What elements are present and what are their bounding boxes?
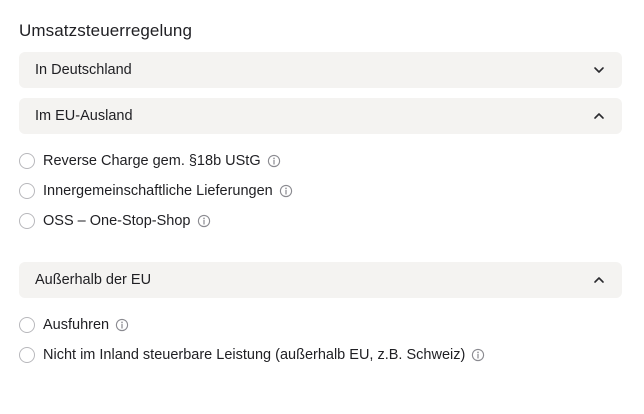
radio-option-innergemeinschaftliche-lieferungen[interactable]: Innergemeinschaftliche Lieferungen — [19, 181, 293, 201]
chevron-up-icon — [592, 109, 606, 123]
radio-option-oss[interactable]: OSS – One-Stop-Shop — [19, 211, 211, 231]
chevron-up-icon — [592, 273, 606, 287]
radio-option-nicht-im-inland-steuerbar[interactable]: Nicht im Inland steuerbare Leistung (auß… — [19, 345, 485, 365]
option-label: Ausfuhren — [43, 317, 110, 333]
info-icon[interactable] — [267, 154, 281, 168]
section-header-in-deutschland[interactable]: In Deutschland — [19, 52, 622, 88]
option-label: Reverse Charge gem. §18b UStG — [43, 153, 261, 169]
section-label: Außerhalb der EU — [35, 272, 152, 288]
option-label: Nicht im Inland steuerbare Leistung (auß… — [43, 347, 466, 363]
radio-button[interactable] — [19, 183, 35, 199]
section-header-ausserhalb-der-eu[interactable]: Außerhalb der EU — [19, 262, 622, 298]
section-header-im-eu-ausland[interactable]: Im EU-Ausland — [19, 98, 622, 134]
section-label: Im EU-Ausland — [35, 108, 133, 124]
radio-option-reverse-charge[interactable]: Reverse Charge gem. §18b UStG — [19, 151, 281, 171]
option-label: Innergemeinschaftliche Lieferungen — [43, 183, 273, 199]
info-icon[interactable] — [197, 214, 211, 228]
radio-button[interactable] — [19, 317, 35, 333]
info-icon[interactable] — [279, 184, 293, 198]
section-label: In Deutschland — [35, 62, 132, 78]
page-title: Umsatzsteuerregelung — [19, 21, 193, 40]
chevron-down-icon — [592, 63, 606, 77]
radio-button[interactable] — [19, 153, 35, 169]
info-icon[interactable] — [471, 348, 485, 362]
option-label: OSS – One-Stop-Shop — [43, 213, 191, 229]
radio-option-ausfuhren[interactable]: Ausfuhren — [19, 315, 129, 335]
info-icon[interactable] — [115, 318, 129, 332]
radio-button[interactable] — [19, 347, 35, 363]
radio-button[interactable] — [19, 213, 35, 229]
